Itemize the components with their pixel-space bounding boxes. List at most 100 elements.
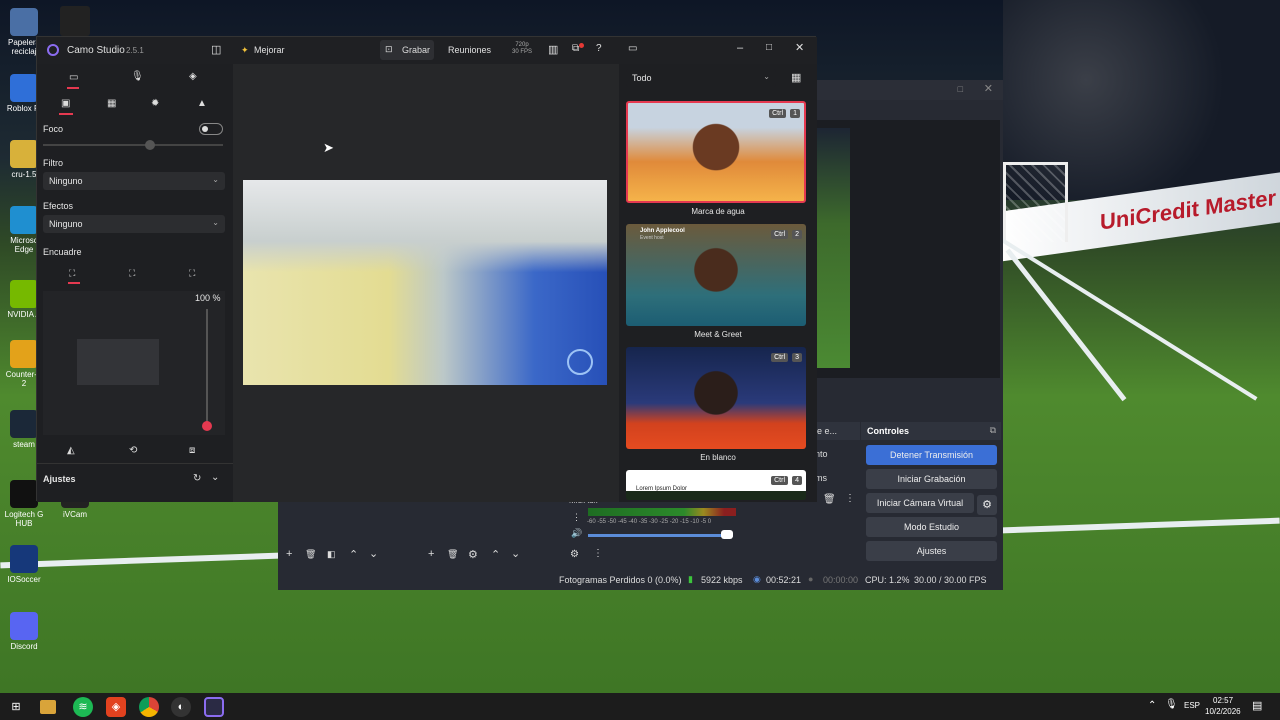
obs-icon[interactable]: ◐ <box>171 697 191 717</box>
left-panel: ▭ 🎙 ◈ ▣ ▦ ✹ ▲ Foco Filtro Ninguno ⌄ Efect… <box>37 64 233 502</box>
shortcut-number: 4 <box>792 476 802 485</box>
sidebar-toggle-icon[interactable]: ◫ <box>211 43 221 56</box>
controls-button-4[interactable]: Ajustes <box>866 541 997 561</box>
adjust-icon[interactable]: ✹ <box>151 98 159 109</box>
camera-preview[interactable] <box>243 180 607 385</box>
reset-icon[interactable]: ↻ <box>193 473 201 484</box>
scene-filter-dropdown[interactable]: Todo ⌄ <box>626 69 776 87</box>
background-icon[interactable]: ▦ <box>107 98 116 109</box>
record-button[interactable]: ⊡ Grabar <box>380 40 434 60</box>
roblox-studio-icon[interactable] <box>60 6 90 36</box>
clock-date[interactable]: 10/2/2026 <box>1205 707 1241 716</box>
zoom-slider-handle[interactable] <box>202 421 212 431</box>
move-down-icon[interactable]: ⌄ <box>369 547 378 560</box>
controls-header: Controles ⧉ <box>861 422 1001 440</box>
improve-button[interactable]: Mejorar <box>254 45 285 55</box>
camera-tab-icon[interactable]: ▭ <box>69 72 78 83</box>
meetings-button[interactable]: Reuniones <box>448 45 491 55</box>
framing-preview[interactable] <box>43 291 225 435</box>
obs-maximize-icon[interactable]: □ <box>958 84 963 94</box>
focus-slider[interactable] <box>43 144 223 146</box>
effects-dropdown[interactable]: Ninguno ⌄ <box>43 215 225 233</box>
grid-view-icon[interactable]: ▦ <box>791 71 801 84</box>
obs-close-icon[interactable]: ✕ <box>984 82 993 95</box>
rotate-icon[interactable]: ⟲ <box>129 445 137 456</box>
notifications-icon[interactable]: ▤ <box>1252 699 1262 712</box>
obs-dock-title: le e... <box>815 426 838 436</box>
person-icon[interactable]: ▲ <box>197 98 207 109</box>
controls-button-2[interactable]: Iniciar Cámara Virtual <box>866 493 974 513</box>
framing-label: Encuadre <box>43 247 82 257</box>
app-icon <box>10 280 38 308</box>
desktop-icon-label: Discord <box>10 642 38 651</box>
language-indicator[interactable]: ESP <box>1184 701 1200 710</box>
framing-auto-icon[interactable]: ⛶ <box>69 268 75 279</box>
tray-chevron-icon[interactable]: ⌃ <box>1148 700 1156 711</box>
camo-taskbar-icon[interactable] <box>204 697 224 717</box>
speaker-icon[interactable]: 🔊 <box>571 528 582 539</box>
focus-toggle[interactable] <box>199 123 223 135</box>
controls-button-3[interactable]: Modo Estudio <box>866 517 997 537</box>
scene-thumbnail[interactable]: Ctrl 3 <box>626 347 806 449</box>
maximize-icon[interactable]: □ <box>766 42 772 53</box>
controls-button-1[interactable]: Iniciar Grabación <box>866 469 997 489</box>
filter-scene-icon[interactable]: ◧ <box>327 549 336 560</box>
mic-tab-icon[interactable]: 🎙 <box>131 71 144 82</box>
volume-slider-handle[interactable] <box>721 530 733 539</box>
mixer-more-icon[interactable]: ⋮ <box>593 548 603 559</box>
minimize-icon[interactable]: – <box>737 42 743 54</box>
add-scene-icon[interactable]: + <box>286 548 292 560</box>
file-explorer-icon[interactable] <box>40 700 56 714</box>
mic-tray-icon[interactable]: 🎙 <box>1165 699 1178 710</box>
filter-dropdown[interactable]: Ninguno ⌄ <box>43 172 225 190</box>
desktop-icon[interactable]: Discord <box>4 612 44 651</box>
portrait-icon[interactable]: ▣ <box>61 98 70 109</box>
move-up-icon[interactable]: ⌃ <box>349 548 358 561</box>
framing-box[interactable] <box>77 339 159 385</box>
remove-scene-icon[interactable]: 🗑 <box>305 549 316 560</box>
mouse-cursor-icon: ➤ <box>323 140 334 155</box>
undock-icon[interactable]: ⧉ <box>990 425 996 436</box>
settings-label: Ajustes <box>43 474 76 484</box>
chevron-down-icon[interactable]: ⌄ <box>211 472 219 483</box>
panel-icon[interactable]: ▭ <box>628 43 637 54</box>
layout-icon[interactable]: ▥ <box>548 43 558 56</box>
help-icon[interactable]: ? <box>596 43 602 54</box>
chrome-icon[interactable] <box>139 697 159 717</box>
clock-time[interactable]: 02:57 <box>1213 696 1233 705</box>
trash-icon[interactable]: 🗑 <box>823 494 836 505</box>
spotify-icon[interactable]: ≋ <box>73 697 93 717</box>
start-icon[interactable]: ⊞ <box>6 697 26 717</box>
close-icon[interactable]: ✕ <box>795 41 804 54</box>
desktop-icon[interactable]: IOSoccer <box>4 545 44 584</box>
framing-fit-icon[interactable]: ⛶ <box>129 268 135 279</box>
brave-icon[interactable]: ◈ <box>106 697 126 717</box>
add-source-icon[interactable]: + <box>428 548 434 560</box>
volume-slider[interactable] <box>588 534 733 537</box>
layers-tab-icon[interactable]: ◈ <box>189 71 197 82</box>
sparkle-icon[interactable]: ✦ <box>241 45 249 56</box>
filter-label: Filtro <box>43 158 63 168</box>
zoom-slider[interactable] <box>206 309 208 426</box>
scene-thumbnail[interactable]: Ctrl 2 John Applecool Event host <box>626 224 806 326</box>
app-icon <box>10 545 38 573</box>
controls-button-0[interactable]: Detener Transmisión <box>866 445 997 465</box>
shortcut-badge: Ctrl <box>771 476 788 485</box>
move-down-icon[interactable]: ⌄ <box>511 547 520 560</box>
mixer-settings-icon[interactable]: ⋮ <box>572 512 581 523</box>
scene-thumbnail[interactable]: Ctrl 4 Lorem Ipsum Dolor <box>626 470 806 500</box>
more-icon[interactable]: ⋮ <box>845 493 855 504</box>
scene-thumbnail[interactable]: Ctrl 1 <box>626 101 806 203</box>
mirror-icon[interactable]: ◭ <box>67 445 75 456</box>
flip-icon[interactable]: ⧈ <box>189 445 195 456</box>
framing-fill-icon[interactable]: ⛶ <box>189 268 195 279</box>
resolution-badge[interactable]: 720p 30 FPS <box>512 42 532 56</box>
virtual-cam-settings-icon[interactable]: ⚙ <box>977 495 997 515</box>
record-icon: ● <box>808 574 814 584</box>
signal-icon: ▮ <box>688 574 693 584</box>
remove-source-icon[interactable]: 🗑 <box>447 549 458 560</box>
mixer-gear-icon[interactable]: ⚙ <box>570 549 579 560</box>
focus-slider-handle[interactable] <box>145 140 155 150</box>
move-up-icon[interactable]: ⌃ <box>491 548 500 561</box>
source-settings-icon[interactable]: ⚙ <box>468 548 478 561</box>
